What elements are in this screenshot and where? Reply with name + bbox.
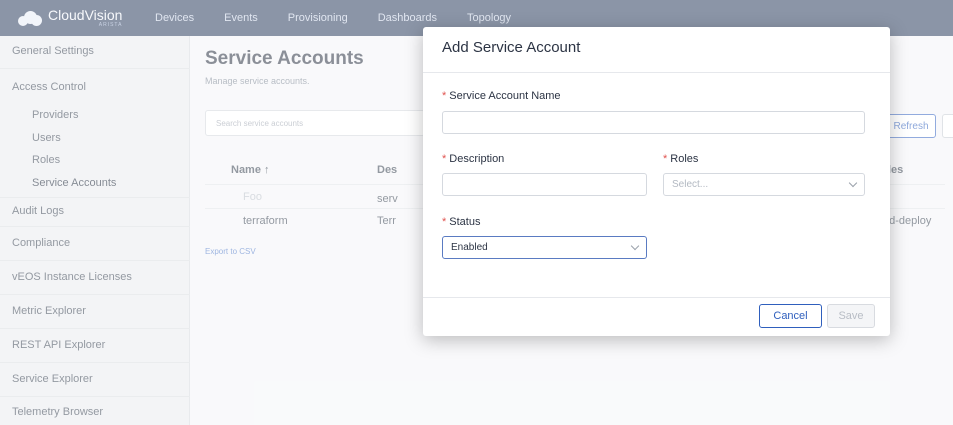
roles-placeholder: Select... bbox=[672, 179, 709, 190]
status-value: Enabled bbox=[451, 242, 488, 253]
add-service-account-dialog: Add Service Account * Service Account Nam… bbox=[423, 27, 890, 336]
description-label: * Description bbox=[442, 153, 505, 165]
service-account-name-input[interactable] bbox=[442, 111, 865, 134]
roles-select[interactable]: Select... bbox=[663, 173, 865, 196]
required-marker: * bbox=[442, 216, 447, 228]
cancel-button[interactable]: Cancel bbox=[759, 304, 822, 328]
chevron-down-icon bbox=[630, 241, 640, 251]
required-marker: * bbox=[663, 153, 668, 165]
dialog-title: Add Service Account bbox=[442, 39, 581, 56]
service-account-name-label: * Service Account Name bbox=[442, 90, 561, 102]
status-select[interactable]: Enabled bbox=[442, 236, 647, 259]
save-button[interactable]: Save bbox=[827, 304, 875, 328]
roles-label: * Roles bbox=[663, 153, 699, 165]
description-input[interactable] bbox=[442, 173, 647, 196]
required-marker: * bbox=[442, 90, 447, 102]
status-label: * Status bbox=[442, 216, 481, 228]
required-marker: * bbox=[442, 153, 447, 165]
chevron-down-icon bbox=[848, 178, 858, 188]
